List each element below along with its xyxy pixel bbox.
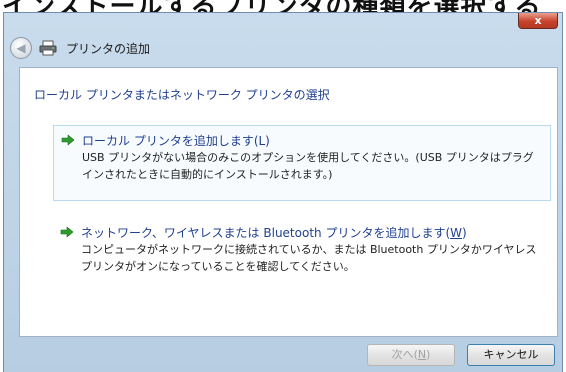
- next-label-close: ): [426, 348, 431, 361]
- option-title: ローカル プリンタを追加します(L): [82, 132, 270, 149]
- dialog-window: x ◀ プリンタの追加 ローカル プリンタまたはネットワーク プリンタの選択 ロ…: [3, 12, 563, 372]
- green-arrow-icon: [60, 226, 74, 238]
- next-label: 次へ(: [391, 348, 418, 361]
- close-button[interactable]: x: [518, 13, 558, 29]
- add-local-printer-option[interactable]: ローカル プリンタを追加します(L) USB プリンタがない場合のみこのオプショ…: [53, 125, 551, 201]
- option-description: コンピュータがネットワークに接続されているか、または Bluetooth プリン…: [81, 243, 537, 273]
- add-network-printer-option[interactable]: ネットワーク、ワイヤレスまたは Bluetooth プリンタを追加します(W) …: [53, 218, 551, 288]
- wizard-content-panel: ローカル プリンタまたはネットワーク プリンタの選択 ローカル プリンタを追加し…: [19, 67, 558, 337]
- title-bar: ◀ プリンタの追加: [10, 37, 550, 61]
- option-title-text: ネットワーク、ワイヤレスまたは Bluetooth プリンタを追加します(: [81, 226, 451, 240]
- option-title-close: ): [462, 226, 467, 240]
- cancel-button[interactable]: キャンセル: [467, 344, 555, 366]
- dialog-title: プリンタの追加: [66, 42, 151, 56]
- printer-icon: [39, 40, 57, 56]
- back-button[interactable]: ◀: [10, 37, 32, 59]
- option-title-text: ローカル プリンタを追加します(L): [82, 134, 270, 148]
- option-title: ネットワーク、ワイヤレスまたは Bluetooth プリンタを追加します(W): [81, 224, 467, 241]
- back-arrow-icon: ◀: [16, 41, 26, 55]
- next-button[interactable]: 次へ(N): [367, 344, 455, 366]
- page-heading: ローカル プリンタまたはネットワーク プリンタの選択: [34, 88, 330, 102]
- option-title-accesskey: W: [450, 226, 463, 240]
- option-description: USB プリンタがない場合のみこのオプションを使用してください。(USB プリン…: [82, 151, 534, 181]
- next-accesskey: N: [417, 348, 427, 361]
- green-arrow-icon: [61, 134, 75, 146]
